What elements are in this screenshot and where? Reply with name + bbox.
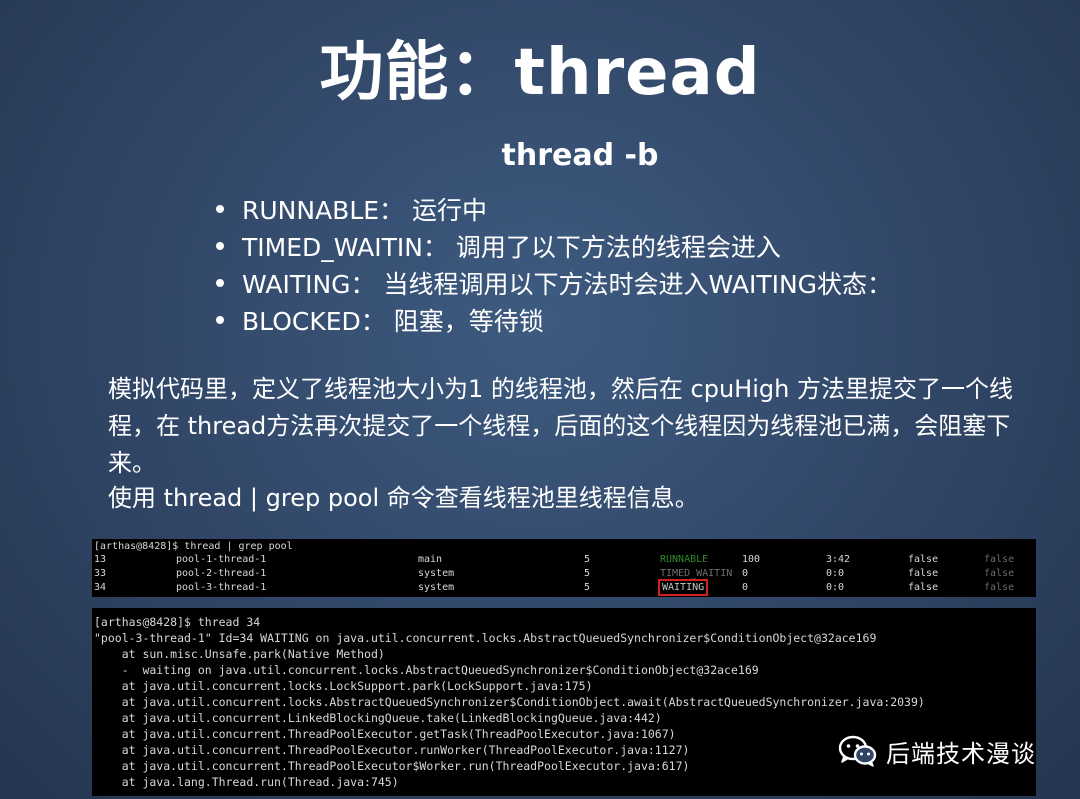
bullet-dot-icon: [216, 205, 224, 213]
thread-id: 13: [94, 554, 107, 565]
thread-state: TIMED_WAITIN: [660, 568, 733, 579]
bullet-text: TIMED_WAITIN： 调用了以下方法的线程会进入: [242, 233, 781, 262]
slide-subtitle: thread -b: [501, 138, 659, 173]
terminal-line: at sun.misc.Unsafe.park(Native Method): [94, 647, 385, 661]
terminal-command: [arthas@8428]$ thread | grep pool: [94, 541, 293, 552]
thread-row: 13 pool-1-thread-1 main 5 RUNNABLE 100 3…: [92, 553, 1036, 566]
thread-priority: 5: [584, 582, 591, 593]
terminal-line: at java.util.concurrent.locks.LockSuppor…: [94, 679, 593, 693]
terminal-line: at java.util.concurrent.ThreadPoolExecut…: [94, 727, 676, 741]
bullet-runnable: RUNNABLE： 运行中: [216, 192, 892, 229]
terminal-line: - waiting on java.util.concurrent.locks.…: [94, 663, 759, 677]
terminal-line: "pool-3-thread-1" Id=34 WAITING on java.…: [94, 631, 877, 645]
terminal-line: at java.lang.Thread.run(Thread.java:745): [94, 775, 399, 789]
thread-cpu: 0: [742, 582, 749, 593]
description-paragraph: 模拟代码里，定义了线程池大小为1 的线程池，然后在 cpuHigh 方法里提交了…: [108, 375, 1013, 477]
terminal-line: at java.util.concurrent.ThreadPoolExecut…: [94, 759, 690, 773]
thread-row: 34 pool-3-thread-1 system 5 WAITING 0 0:…: [92, 579, 1036, 596]
thread-state-highlighted: WAITING: [657, 579, 709, 596]
thread-id: 33: [94, 568, 107, 579]
state-bullet-list: RUNNABLE： 运行中 TIMED_WAITIN： 调用了以下方法的线程会进…: [216, 192, 892, 340]
bullet-waiting: WAITING： 当线程调用以下方法时会进入WAITING状态：: [216, 266, 892, 303]
bullet-timed-waiting: TIMED_WAITIN： 调用了以下方法的线程会进入: [216, 229, 892, 266]
thread-group: system: [418, 568, 455, 579]
thread-daemon: false: [984, 554, 1015, 565]
thread-id: 34: [94, 582, 107, 593]
bullet-dot-icon: [216, 316, 224, 324]
thread-row: 33 pool-2-thread-1 system 5 TIMED_WAITIN…: [92, 567, 1036, 580]
thread-name: pool-3-thread-1: [176, 582, 267, 593]
bullet-blocked: BLOCKED： 阻塞，等待锁: [216, 303, 892, 340]
command-instruction: 使用 thread | grep pool 命令查看线程池里线程信息。: [108, 484, 699, 512]
thread-interrupted: false: [908, 568, 939, 579]
bullet-dot-icon: [216, 242, 224, 250]
bullet-dot-icon: [216, 279, 224, 287]
thread-group: main: [418, 554, 443, 565]
terminal-line: at java.util.concurrent.locks.AbstractQu…: [94, 695, 925, 709]
thread-group: system: [418, 582, 455, 593]
thread-time: 0:0: [826, 582, 845, 593]
thread-interrupted: false: [908, 554, 939, 565]
terminal-line: at java.util.concurrent.ThreadPoolExecut…: [94, 743, 690, 757]
thread-time: 3:42: [826, 554, 851, 565]
watermark: 后端技术漫谈: [838, 733, 1036, 769]
terminal-line: [arthas@8428]$ thread 34: [94, 615, 261, 629]
thread-priority: 5: [584, 554, 591, 565]
wechat-icon: [838, 735, 878, 767]
thread-grep-terminal: [arthas@8428]$ thread | grep pool 13 poo…: [92, 539, 1036, 597]
watermark-text: 后端技术漫谈: [886, 739, 1036, 768]
terminal-line: at java.util.concurrent.LinkedBlockingQu…: [94, 711, 662, 725]
slide-title: 功能：thread: [319, 36, 761, 110]
thread-name: pool-2-thread-1: [176, 568, 267, 579]
thread-cpu: 100: [742, 554, 761, 565]
bullet-text: RUNNABLE： 运行中: [242, 196, 487, 225]
thread-daemon: false: [984, 568, 1015, 579]
thread-priority: 5: [584, 568, 591, 579]
thread-daemon: false: [984, 582, 1015, 593]
thread-cpu: 0: [742, 568, 749, 579]
thread-interrupted: false: [908, 582, 939, 593]
thread-time: 0:0: [826, 568, 845, 579]
thread-state: RUNNABLE: [660, 554, 709, 565]
bullet-text: BLOCKED： 阻塞，等待锁: [242, 307, 544, 336]
thread-name: pool-1-thread-1: [176, 554, 267, 565]
bullet-text: WAITING： 当线程调用以下方法时会进入WAITING状态：: [242, 270, 893, 299]
